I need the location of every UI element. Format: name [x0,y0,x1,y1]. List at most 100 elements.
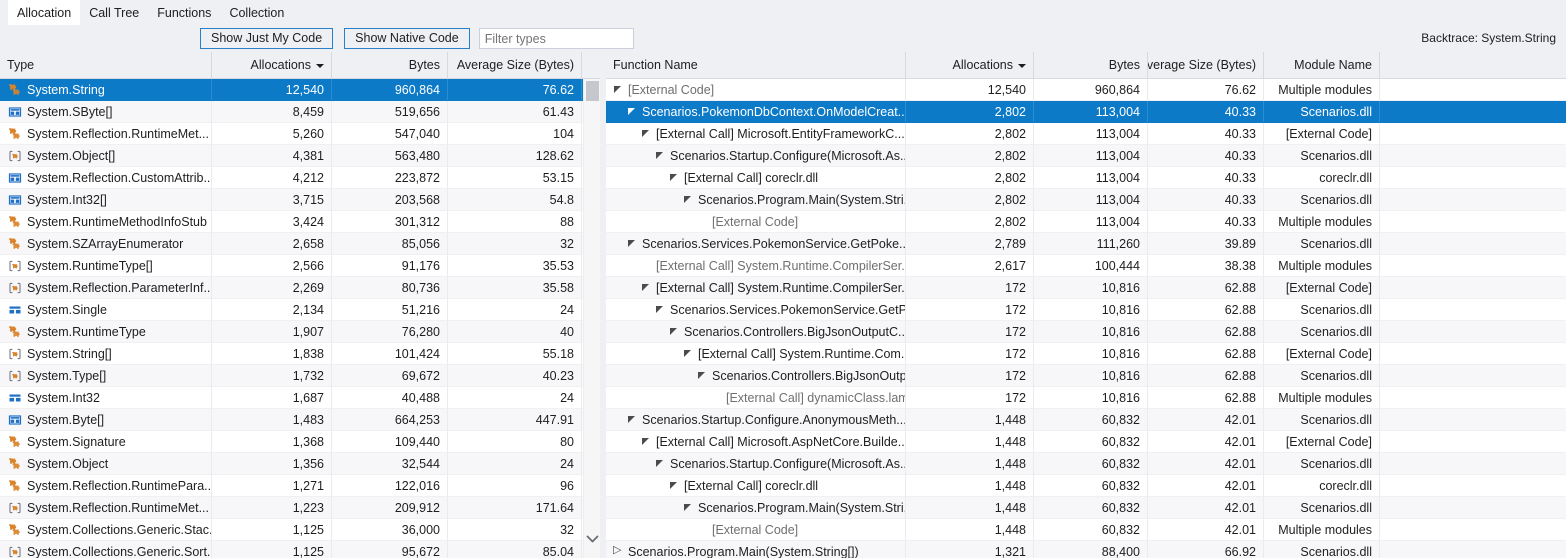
expander-expanded-icon[interactable] [656,151,666,161]
bytes-cell: 60,832 [1034,453,1148,474]
table-row[interactable]: Scenarios.Services.PokemonService.GetPok… [606,233,1566,255]
expander-expanded-icon[interactable] [684,195,694,205]
table-row[interactable]: [External Call] System.Runtime.CompilerS… [606,255,1566,277]
types-vertical-scrollbar[interactable] [583,79,600,558]
table-row[interactable]: System.Type[] 1,732 69,672 40.23 [0,365,583,387]
table-row[interactable]: System.Reflection.RuntimePara... 1,271 122… [0,475,583,497]
table-row[interactable]: [External Call] dynamicClass.lam... 172 10… [606,387,1566,409]
table-row[interactable]: Scenarios.Controllers.BigJsonOutp... 172 1… [606,365,1566,387]
expander-expanded-icon[interactable] [628,415,638,425]
table-row[interactable]: [External Call] Microsoft.AspNetCore.Bui… [606,431,1566,453]
show-native-code-button[interactable]: Show Native Code [344,28,470,49]
table-row[interactable]: System.RuntimeType 1,907 76,280 40 [0,321,583,343]
table-row[interactable]: Scenarios.Startup.Configure(Microsoft.As… [606,145,1566,167]
function-name-cell: Scenarios.Program.Main(System.String[]) [606,541,906,558]
tab-functions[interactable]: Functions [148,0,220,25]
type-name-label: System.Object [27,456,109,471]
table-row[interactable]: Scenarios.Program.Main(System.Stri... 2,8… [606,189,1566,211]
bytes-cell: 113,004 [1034,123,1148,144]
table-row[interactable]: System.SZArrayEnumerator 2,658 85,056 32 [0,233,583,255]
table-row[interactable]: Scenarios.Services.PokemonService.GetP..… [606,299,1566,321]
table-row[interactable]: System.String[] 1,838 101,424 55.18 [0,343,583,365]
types-column-header-average-size-bytes[interactable]: Average Size (Bytes) [448,52,582,78]
table-row[interactable]: System.Reflection.RuntimeMet... 5,260 547,… [0,123,583,145]
type-cell: System.String [0,79,212,100]
show-just-my-code-button[interactable]: Show Just My Code [200,28,334,49]
expander-expanded-icon[interactable] [642,283,652,293]
table-row[interactable]: [External Code] 12,540 960,864 76.62 Multipl… [606,79,1566,101]
expander-collapsed-icon[interactable] [613,543,624,557]
tab-allocation[interactable]: Allocation [8,0,81,25]
backtrace-column-header-module-name[interactable]: Module Name [1264,52,1380,78]
scrollbar-thumb[interactable] [586,81,599,101]
expander-expanded-icon[interactable] [642,129,652,139]
table-row[interactable]: System.Single 2,134 51,216 24 [0,299,583,321]
table-row[interactable]: System.Reflection.ParameterInf... 2,269 80… [0,277,583,299]
expander-expanded-icon[interactable] [698,371,708,381]
allocations-cell: 172 [906,277,1034,298]
bytes-cell: 10,816 [1034,277,1148,298]
types-column-header-allocations[interactable]: Allocations [212,52,332,78]
bytes-cell: 40,488 [332,387,448,408]
expander-expanded-icon[interactable] [656,305,666,315]
expander-expanded-icon[interactable] [670,173,680,183]
table-row[interactable]: [External Call] System.Runtime.CompilerS… [606,277,1566,299]
table-row[interactable]: Scenarios.Program.Main(System.String[]) 1… [606,541,1566,558]
expander-expanded-icon[interactable] [642,437,652,447]
types-column-header-type[interactable]: Type [0,52,212,78]
table-row[interactable]: Scenarios.Startup.Configure(Microsoft.As… [606,453,1566,475]
table-row[interactable]: [External Code] 2,802 113,004 40.33 Multiple… [606,211,1566,233]
expander-expanded-icon[interactable] [670,327,680,337]
table-row[interactable]: System.RuntimeMethodInfoStub 3,424 301,312… [0,211,583,233]
backtrace-column-header-function-name[interactable]: Function Name [606,52,906,78]
backtrace-column-header-average-size-bytes[interactable]: Average Size (Bytes) [1148,52,1264,78]
table-row[interactable]: System.Object[] 4,381 563,480 128.62 [0,145,583,167]
expander-expanded-icon[interactable] [656,459,666,469]
type-name-label: System.Int32[] [27,192,107,207]
table-row[interactable]: System.Collections.Generic.Stac... 1,125 3… [0,519,583,541]
expander-expanded-icon[interactable] [684,503,694,513]
backtrace-column-header-bytes[interactable]: Bytes [1034,52,1148,78]
table-row[interactable]: [External Call] coreclr.dll 2,802 113,004 4… [606,167,1566,189]
table-row[interactable]: System.Int32[] 3,715 203,568 54.8 [0,189,583,211]
table-row[interactable]: System.Reflection.RuntimeMet... 1,223 209,… [0,497,583,519]
row-filler [1380,387,1566,408]
table-row[interactable]: System.RuntimeType[] 2,566 91,176 35.53 [0,255,583,277]
expander-expanded-icon[interactable] [614,85,624,95]
table-row[interactable]: Scenarios.PokemonDbContext.OnModelCreat.… [606,101,1566,123]
tab-call-tree[interactable]: Call Tree [80,0,148,25]
class-icon [8,479,22,493]
table-row[interactable]: Scenarios.Startup.Configure.AnonymousMet… [606,409,1566,431]
expander-expanded-icon[interactable] [628,107,638,117]
allocations-cell: 1,907 [212,321,332,342]
table-row[interactable]: System.String 12,540 960,864 76.62 [0,79,583,101]
expander-expanded-icon[interactable] [628,239,638,249]
average-size-cell: 62.88 [1148,343,1264,364]
tab-collection[interactable]: Collection [220,0,293,25]
table-row[interactable]: [External Code] 1,448 60,832 42.01 Multiple … [606,519,1566,541]
table-row[interactable]: System.Int32 1,687 40,488 24 [0,387,583,409]
table-row[interactable]: Scenarios.Program.Main(System.Stri... 1,4… [606,497,1566,519]
table-row[interactable]: System.Collections.Generic.Sort... 1,125 9… [0,541,583,558]
table-row[interactable]: [External Call] System.Runtime.Com... 172… [606,343,1566,365]
table-row[interactable]: System.Signature 1,368 109,440 80 [0,431,583,453]
row-filler [1380,145,1566,166]
module-name-cell: coreclr.dll [1264,475,1380,496]
expander-expanded-icon[interactable] [670,481,680,491]
table-row[interactable]: System.Byte[] 1,483 664,253 447.91 [0,409,583,431]
table-row[interactable]: System.Object 1,356 32,544 24 [0,453,583,475]
table-row[interactable]: System.SByte[] 8,459 519,656 61.43 [0,101,583,123]
filter-types-input[interactable] [478,28,634,49]
expander-expanded-icon[interactable] [684,349,694,359]
function-name-cell: [External Call] coreclr.dll [606,475,906,496]
table-row[interactable]: Scenarios.Controllers.BigJsonOutputC... 1… [606,321,1566,343]
bytes-cell: 113,004 [1034,211,1148,232]
column-header-label: Type [7,58,35,72]
scroll-down-icon[interactable] [584,532,600,546]
table-row[interactable]: [External Call] coreclr.dll 1,448 60,832 42… [606,475,1566,497]
table-row[interactable]: System.Reflection.CustomAttrib... 4,212 22… [0,167,583,189]
types-column-header-bytes[interactable]: Bytes [332,52,448,78]
table-row[interactable]: [External Call] Microsoft.EntityFramewor… [606,123,1566,145]
backtrace-column-header-allocations[interactable]: Allocations [906,52,1034,78]
class-icon [8,457,22,471]
